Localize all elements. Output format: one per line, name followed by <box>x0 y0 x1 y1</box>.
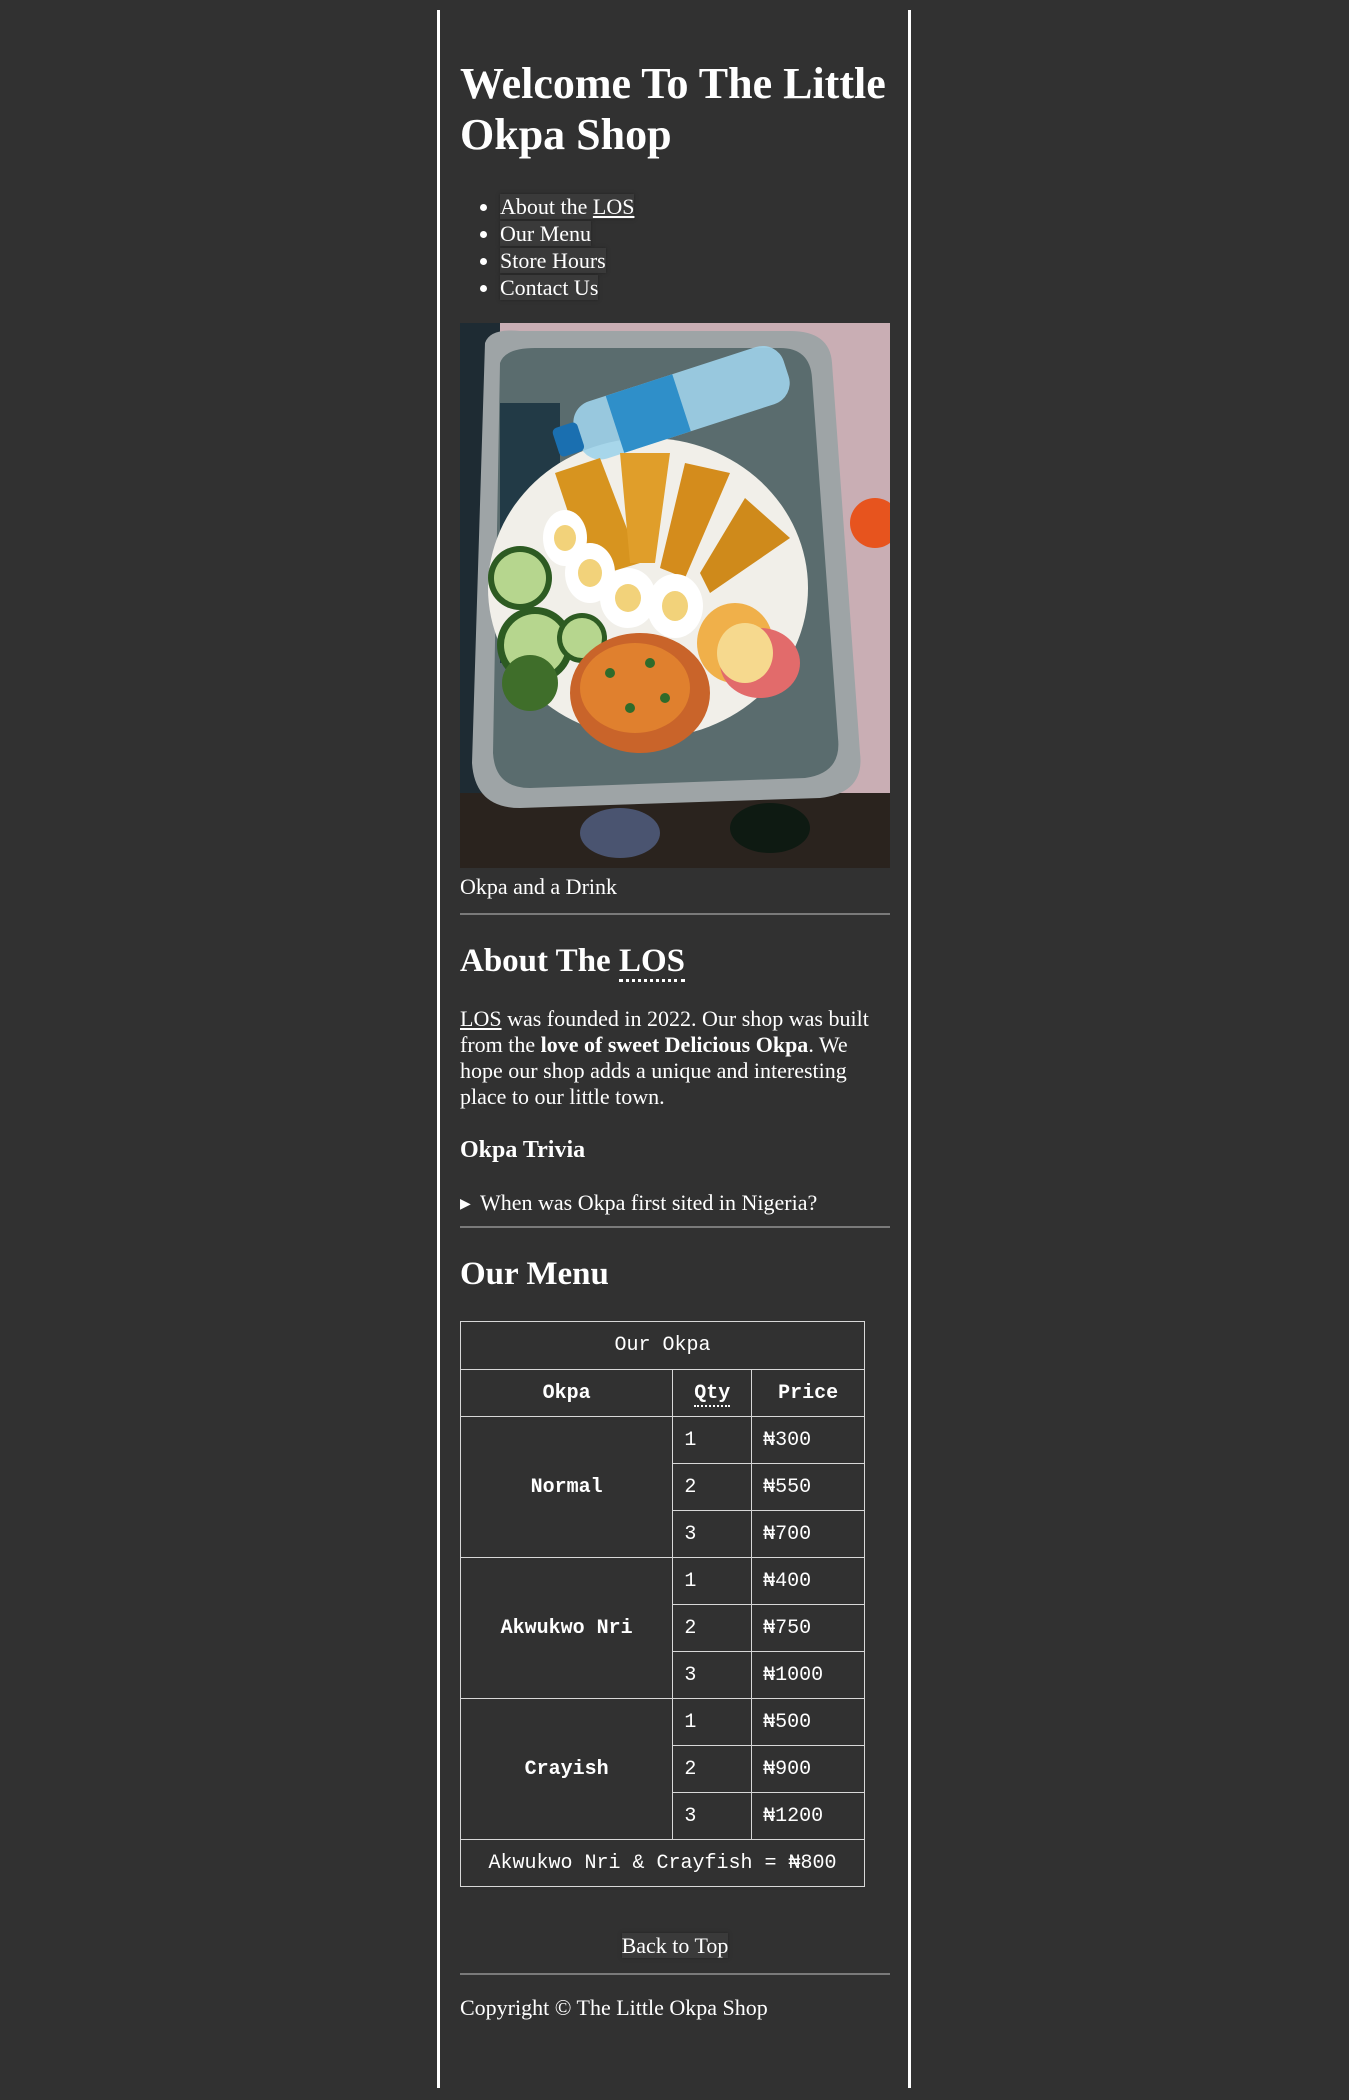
okpa-type-akwukwo-nri: Akwukwo Nri <box>459 1557 674 1699</box>
price-cell: ₦1200 <box>751 1792 865 1840</box>
divider <box>460 1973 890 1975</box>
okpa-photo <box>460 323 890 868</box>
price-cell: ₦550 <box>751 1463 865 1511</box>
price-cell: ₦700 <box>751 1510 865 1558</box>
table-header-row: Okpa Qty Price <box>459 1369 865 1417</box>
content: Welcome To The Little Okpa Shop About th… <box>459 10 890 2021</box>
menu-heading: Our Menu <box>460 1256 609 1292</box>
nav-link-hours[interactable]: Store Hours <box>500 248 606 273</box>
trivia-question: When was Okpa first sited in Nigeria? <box>480 1190 818 1215</box>
qty-cell: 3 <box>672 1792 753 1840</box>
column-header-price: Price <box>751 1369 865 1417</box>
about-paragraph: LOS was founded in 2022. Our shop was bu… <box>460 1006 890 1110</box>
nav-list: About the LOS Our Menu Store Hours Conta… <box>460 193 890 301</box>
okpa-type-crayish: Crayish <box>459 1698 674 1840</box>
nav-item-contact: Contact Us <box>500 274 890 301</box>
page-container: Welcome To The Little Okpa Shop About th… <box>437 10 911 2088</box>
nav-link-about[interactable]: About the LOS <box>500 194 635 219</box>
table-row: Akwukwo Nri 1 ₦400 <box>459 1557 865 1699</box>
trivia-heading: Okpa Trivia <box>460 1137 586 1163</box>
nav-item-about: About the LOS <box>500 193 890 220</box>
table-footer-row: Akwukwo Nri & Crayfish = ₦800 <box>460 1839 865 1887</box>
qty-cell: 3 <box>672 1510 753 1558</box>
divider <box>460 913 890 915</box>
page-title: Welcome To The Little Okpa Shop <box>460 59 886 159</box>
price-cell: ₦1000 <box>751 1651 865 1699</box>
nav-item-menu: Our Menu <box>500 220 890 247</box>
okpa-photo-illustration <box>460 323 890 868</box>
column-header-qty-abbr: Qty <box>694 1381 731 1407</box>
price-cell: ₦900 <box>751 1745 865 1793</box>
menu-table-caption: Our Okpa <box>460 1321 865 1369</box>
qty-cell: 3 <box>672 1651 753 1699</box>
back-to-top-link[interactable]: Back to Top <box>621 1933 729 1958</box>
table-row: Normal 1 ₦300 <box>459 1416 865 1558</box>
about-paragraph-bold: love of sweet Delicious Okpa <box>540 1032 809 1057</box>
about-heading-text: About The <box>460 943 619 979</box>
qty-cell: 1 <box>672 1557 753 1605</box>
table-row: Crayish 1 ₦500 <box>459 1698 865 1840</box>
about-paragraph-abbr: LOS <box>460 1006 502 1031</box>
nav-link-about-abbr: LOS <box>592 194 635 219</box>
divider <box>460 1226 890 1228</box>
qty-cell: 2 <box>672 1604 753 1652</box>
nav-link-menu[interactable]: Our Menu <box>500 221 592 246</box>
price-cell: ₦400 <box>751 1557 865 1605</box>
copyright-text: Copyright © The Little Okpa Shop <box>460 1995 768 2020</box>
qty-cell: 2 <box>672 1745 753 1793</box>
qty-cell: 1 <box>672 1416 753 1464</box>
nav-item-hours: Store Hours <box>500 247 890 274</box>
back-to-top-container: Back to Top <box>460 1933 890 1959</box>
disclosure-triangle-icon: ▶ <box>460 1197 471 1212</box>
price-cell: ₦500 <box>751 1698 865 1746</box>
column-header-qty: Qty <box>672 1369 753 1417</box>
nav-link-about-label: About the <box>500 194 593 219</box>
about-heading-abbr: LOS <box>618 943 685 982</box>
price-cell: ₦750 <box>751 1604 865 1652</box>
combo-price-note: Akwukwo Nri & Crayfish = ₦800 <box>460 1839 865 1887</box>
qty-cell: 2 <box>672 1463 753 1511</box>
price-cell: ₦300 <box>751 1416 865 1464</box>
okpa-type-normal: Normal <box>459 1416 674 1558</box>
nav-link-contact[interactable]: Contact Us <box>500 275 599 300</box>
about-heading: About The LOS <box>460 941 890 982</box>
menu-table: Our Okpa Okpa Qty Price Normal 1 ₦300 2 … <box>459 1321 865 1887</box>
qty-cell: 1 <box>672 1698 753 1746</box>
column-header-okpa: Okpa <box>459 1369 674 1417</box>
photo-caption: Okpa and a Drink <box>460 874 618 899</box>
trivia-disclosure[interactable]: ▶ When was Okpa first sited in Nigeria? <box>460 1190 890 1218</box>
